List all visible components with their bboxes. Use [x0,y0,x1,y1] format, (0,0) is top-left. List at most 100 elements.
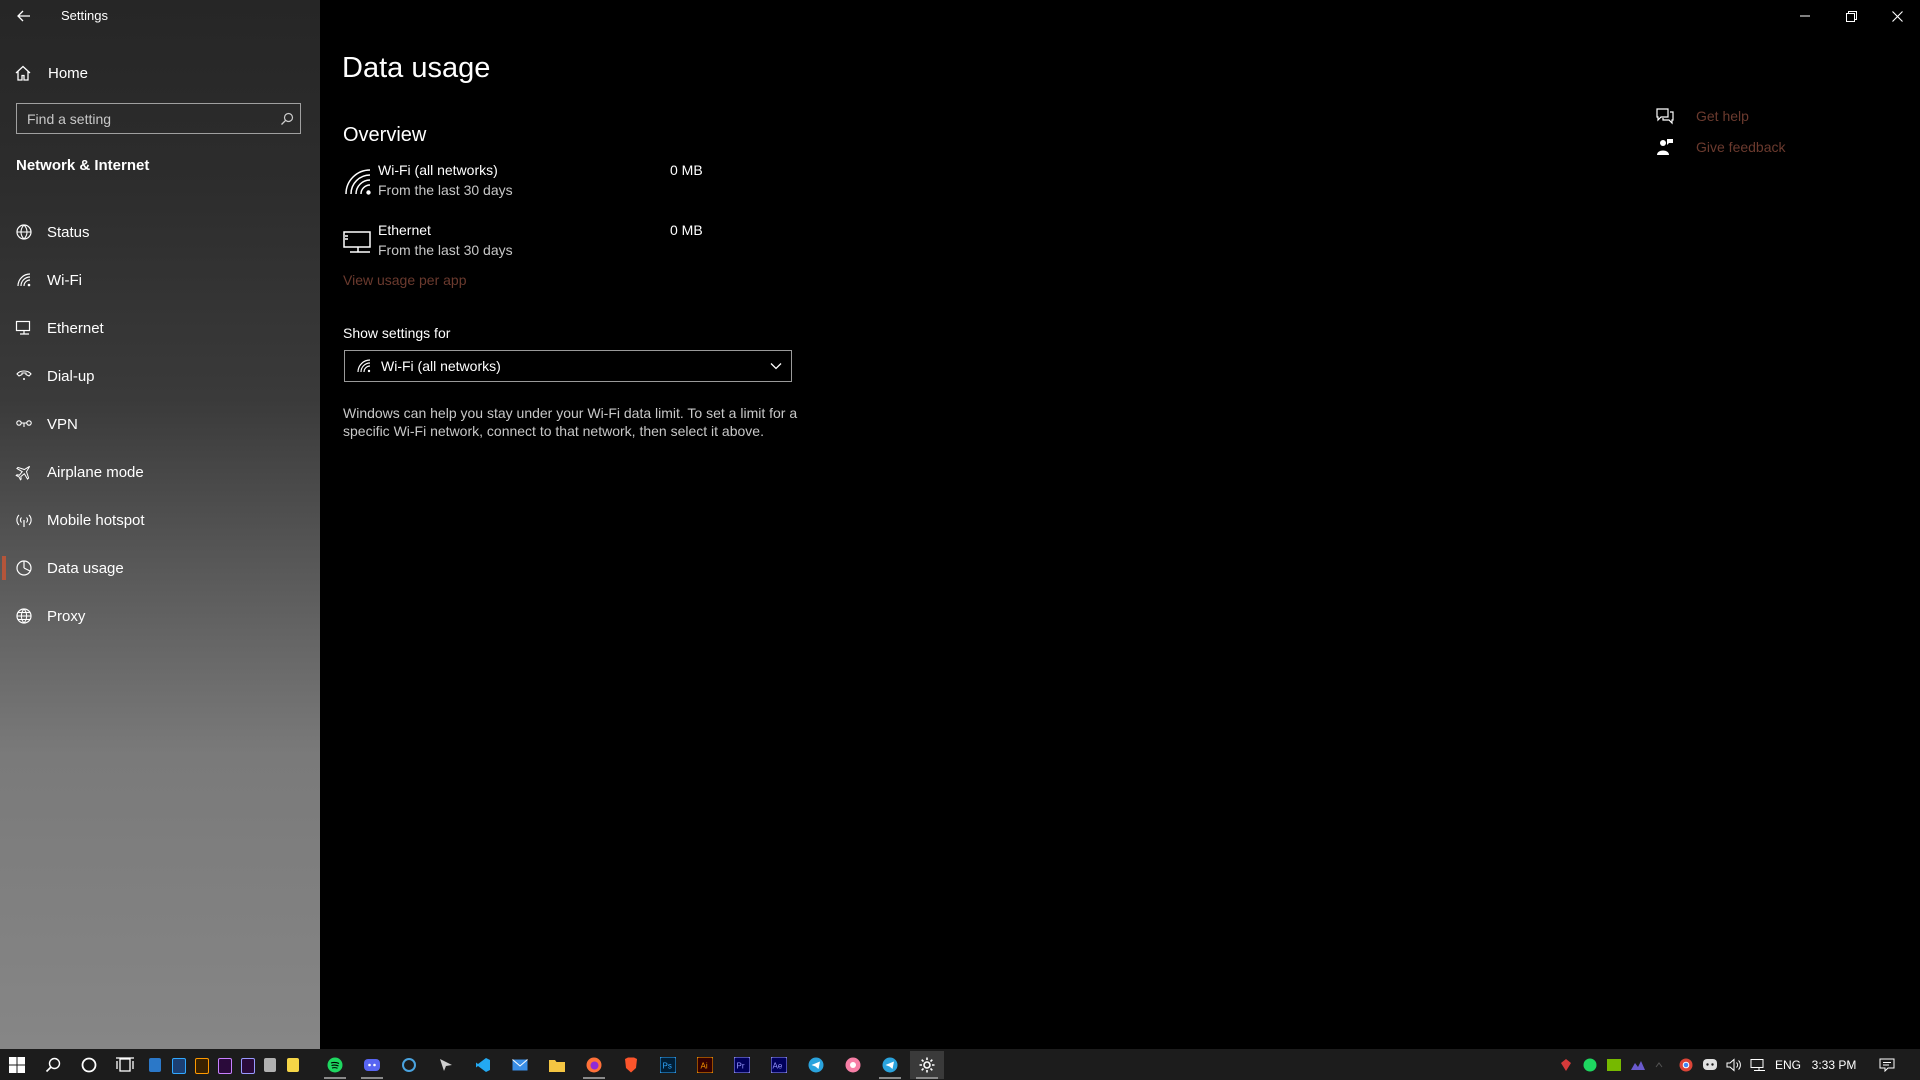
after-effects-app[interactable]: Ae [762,1051,796,1079]
illustrator-icon: Ai [697,1057,713,1073]
sidebar-item-airplane-mode[interactable]: Airplane mode [0,448,320,496]
sidebar-item-label: Airplane mode [47,463,144,481]
restore-icon [1845,10,1857,22]
discord-app[interactable] [355,1051,389,1079]
get-help-link[interactable]: Get help [1654,100,1786,131]
nav-home[interactable]: Home [14,60,88,86]
feedback-person-icon [1654,136,1676,158]
illustrator-small-icon[interactable] [195,1058,209,1074]
cloud-app-icon [1631,1060,1645,1070]
network-button[interactable] [1748,1049,1768,1080]
settings-app[interactable] [910,1051,944,1079]
wifi-icon [14,270,34,290]
sidebar-item-label: Status [47,223,90,241]
search-icon [45,1057,61,1073]
back-arrow-icon [17,10,30,22]
start-button[interactable] [0,1051,34,1079]
pointer-app-icon [440,1059,452,1071]
telegram-icon [882,1057,898,1073]
cortana-button[interactable] [72,1051,106,1079]
usage-row-ethernet[interactable]: Ethernet From the last 30 days 0 MB [340,222,740,270]
sync-app[interactable] [392,1051,426,1079]
globe-status-icon [14,222,34,242]
sidebar-item-mobile-hotspot[interactable]: Mobile hotspot [0,496,320,544]
sidebar-item-ethernet[interactable]: Ethernet [0,304,320,352]
airplane-icon [14,462,34,482]
task-view-button[interactable] [108,1051,142,1079]
sidebar-item-label: Wi-Fi [47,271,82,289]
close-button[interactable] [1874,0,1920,32]
tray-cloud[interactable] [1628,1049,1648,1080]
tray-app-icon[interactable] [1556,1049,1576,1080]
music-app[interactable] [836,1051,870,1079]
give-feedback-link[interactable]: Give feedback [1654,131,1786,162]
tray-chrome[interactable] [1676,1049,1696,1080]
illustrator-app[interactable]: Ai [688,1051,722,1079]
taskbar-search-button[interactable] [36,1051,70,1079]
view-usage-per-app-link[interactable]: View usage per app [343,272,467,288]
photoshop-app[interactable]: Ps [651,1051,685,1079]
tray-spotify[interactable] [1580,1049,1600,1080]
page-title: Data usage [342,52,491,84]
sidebar-item-label: VPN [47,415,78,433]
mail-app[interactable] [503,1051,537,1079]
action-center-button[interactable] [1872,1049,1902,1080]
restore-button[interactable] [1828,0,1874,32]
usage-period: From the last 30 days [378,242,513,258]
discord-icon [1703,1059,1717,1070]
usage-row-wifi[interactable]: Wi-Fi (all networks) From the last 30 da… [340,162,740,210]
sidebar-item-label: Ethernet [47,319,104,337]
taskbar: Ps Ai Pr Ae ENG 3:33 PM [0,1049,1920,1080]
notification-icon [1879,1058,1895,1072]
brave-app[interactable] [614,1051,648,1079]
show-settings-dropdown[interactable]: Wi-Fi (all networks) [344,350,792,382]
speaker-icon [1726,1057,1741,1072]
usage-name: Ethernet [378,222,431,238]
sidebar-item-wifi[interactable]: Wi-Fi [0,256,320,304]
discord-icon [364,1059,380,1071]
nvidia-icon [1607,1058,1621,1071]
show-settings-label: Show settings for [343,325,451,341]
spotify-app[interactable] [318,1051,352,1079]
svg-text:Ae: Ae [773,1062,783,1071]
vscode-app[interactable] [466,1051,500,1079]
back-button[interactable] [10,4,38,28]
main-content: Data usage Overview Wi-Fi (all networks)… [320,0,1920,1049]
brave-icon [625,1057,637,1073]
photoshop-small-icon[interactable] [172,1058,186,1074]
search-icon[interactable] [274,112,300,126]
premiere-app[interactable]: Pr [725,1051,759,1079]
sidebar-item-vpn[interactable]: VPN [0,400,320,448]
cursor-app[interactable] [429,1051,463,1079]
volume-button[interactable] [1724,1049,1744,1080]
svg-text:Pr: Pr [737,1062,745,1071]
firefox-app[interactable] [577,1051,611,1079]
tray-discord[interactable] [1700,1049,1720,1080]
search-box[interactable] [16,103,301,134]
gear-icon [919,1057,935,1073]
telegram-desktop-app[interactable] [873,1051,907,1079]
premiere-icon: Pr [734,1057,750,1073]
telegram-app[interactable] [799,1051,833,1079]
show-hidden-icons-button[interactable] [1652,1049,1666,1080]
minimize-button[interactable] [1782,0,1828,32]
home-label: Home [48,64,89,82]
sidebar-item-data-usage[interactable]: Data usage [0,544,320,592]
quick-launch-app-icon[interactable] [149,1058,161,1072]
give-feedback-label: Give feedback [1696,138,1786,155]
file-explorer-app[interactable] [540,1051,574,1079]
sidebar-item-proxy[interactable]: Proxy [0,592,320,640]
notepad-small-icon[interactable] [264,1058,276,1072]
sticky-notes-icon[interactable] [287,1058,299,1072]
premiere-small-icon[interactable] [241,1058,255,1074]
task-view-icon [116,1057,134,1072]
language-indicator[interactable]: ENG [1772,1049,1804,1080]
sync-icon [402,1058,416,1072]
search-input[interactable] [17,109,274,128]
help-links: Get help Give feedback [1654,100,1786,162]
tray-nvidia[interactable] [1604,1049,1624,1080]
sidebar-item-status[interactable]: Status [0,208,320,256]
sidebar-item-dialup[interactable]: Dial-up [0,352,320,400]
clock[interactable]: 3:33 PM [1808,1049,1860,1080]
media-encoder-small-icon[interactable] [218,1058,232,1074]
